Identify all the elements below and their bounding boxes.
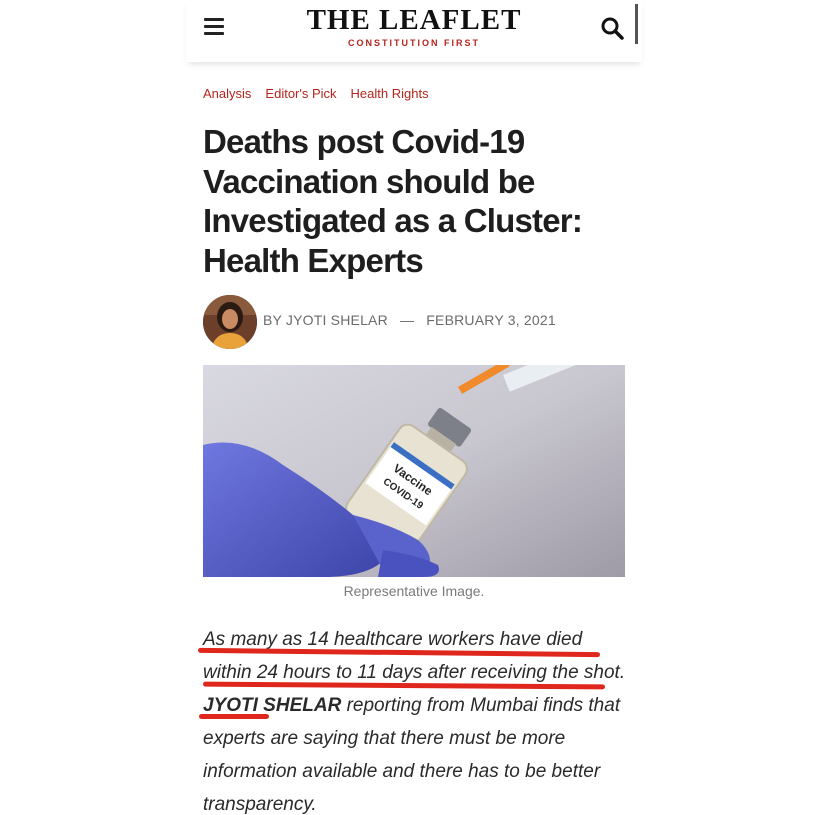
byline-separator: — — [400, 312, 415, 328]
header-divider — [635, 4, 638, 44]
category-analysis[interactable]: Analysis — [203, 86, 251, 101]
search-icon[interactable] — [600, 16, 624, 40]
lead-author: JYOTI SHELAR — [203, 695, 342, 716]
byline-prefix: BY — [263, 312, 282, 328]
author-avatar[interactable] — [203, 295, 257, 349]
publish-date: FEBRUARY 3, 2021 — [426, 312, 556, 328]
highlight-underline — [199, 714, 269, 719]
logo-tagline: CONSTITUTION FIRST — [348, 38, 480, 48]
logo-title: THE LEAFLET — [306, 4, 522, 36]
category-links: Analysis Editor's Pick Health Rights — [203, 86, 429, 101]
author-link[interactable]: JYOTI SHELAR — [286, 312, 388, 328]
article-byline: BY JYOTI SHELAR — FEBRUARY 3, 2021 — [263, 312, 556, 328]
site-logo[interactable]: THE LEAFLET CONSTITUTION FIRST — [186, 5, 642, 48]
site-header: THE LEAFLET CONSTITUTION FIRST — [186, 0, 642, 62]
image-caption: Representative Image. — [343, 583, 485, 599]
article-hero-image: Vaccine COVID-19 — [203, 365, 625, 577]
article-title: Deaths post Covid-19 Vaccination should … — [203, 123, 583, 279]
category-health-rights[interactable]: Health Rights — [351, 86, 429, 101]
category-editors-pick[interactable]: Editor's Pick — [265, 86, 336, 101]
